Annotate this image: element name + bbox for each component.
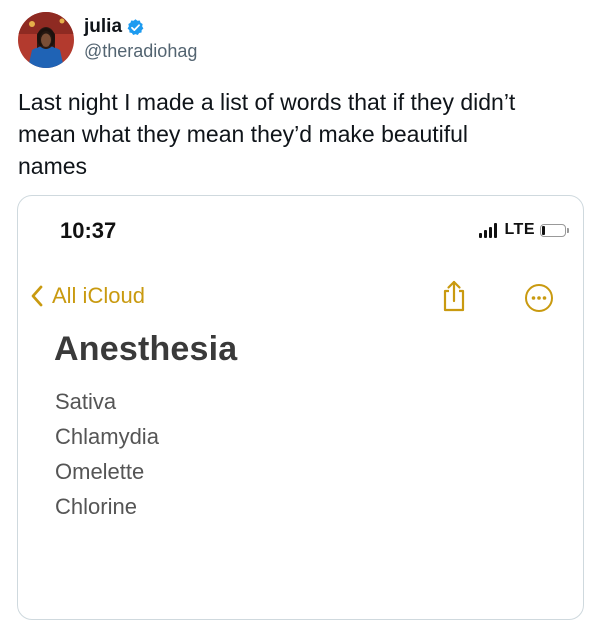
more-circle-icon[interactable]: [524, 283, 554, 313]
note-line: Sativa: [55, 389, 117, 414]
back-button[interactable]: All iCloud: [30, 283, 145, 309]
display-name[interactable]: julia: [84, 16, 122, 38]
tweet-text: Last night I made a list of words that i…: [18, 89, 516, 179]
network-type: LTE: [504, 221, 535, 238]
signal-strength-icon: [479, 222, 499, 238]
note-line: Chlamydia: [55, 424, 159, 449]
verified-badge-icon: [127, 18, 144, 35]
status-time: 10:37: [60, 218, 117, 243]
user-block: julia @theradiohag: [84, 14, 197, 62]
tweet-header: julia @theradiohag: [18, 12, 197, 68]
attached-screenshot[interactable]: 10:37 LTE All iCloud Anesthesia Sativa C…: [17, 195, 584, 620]
share-icon[interactable]: [440, 279, 468, 313]
battery-cap: [567, 227, 569, 233]
battery-icon: [540, 223, 566, 237]
user-handle[interactable]: @theradiohag: [84, 41, 197, 62]
note-line: Omelette: [55, 459, 145, 484]
back-label: All iCloud: [52, 283, 145, 308]
avatar[interactable]: [18, 12, 74, 68]
note-body: Sativa Chlamydia Omelette Chlorine: [55, 384, 159, 524]
name-row: julia: [84, 14, 197, 40]
chevron-left-icon: [31, 285, 43, 307]
status-indicators: LTE: [479, 221, 569, 239]
note-line: Chlorine: [55, 494, 137, 519]
avatar-image: [18, 12, 74, 68]
note-title: Anesthesia: [54, 330, 238, 368]
